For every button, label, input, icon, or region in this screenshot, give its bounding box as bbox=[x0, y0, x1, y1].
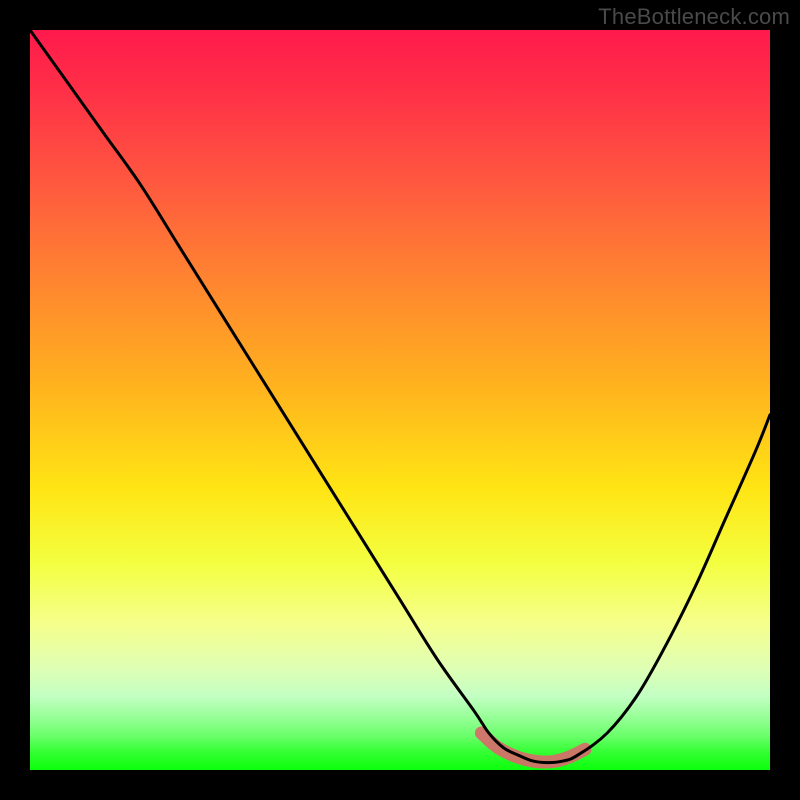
highlight-flat-bottom bbox=[481, 733, 585, 762]
bottleneck-curve-line bbox=[30, 30, 770, 763]
watermark-text: TheBottleneck.com bbox=[598, 4, 790, 30]
plot-area bbox=[30, 30, 770, 770]
chart-frame: TheBottleneck.com bbox=[0, 0, 800, 800]
curve-svg bbox=[30, 30, 770, 770]
